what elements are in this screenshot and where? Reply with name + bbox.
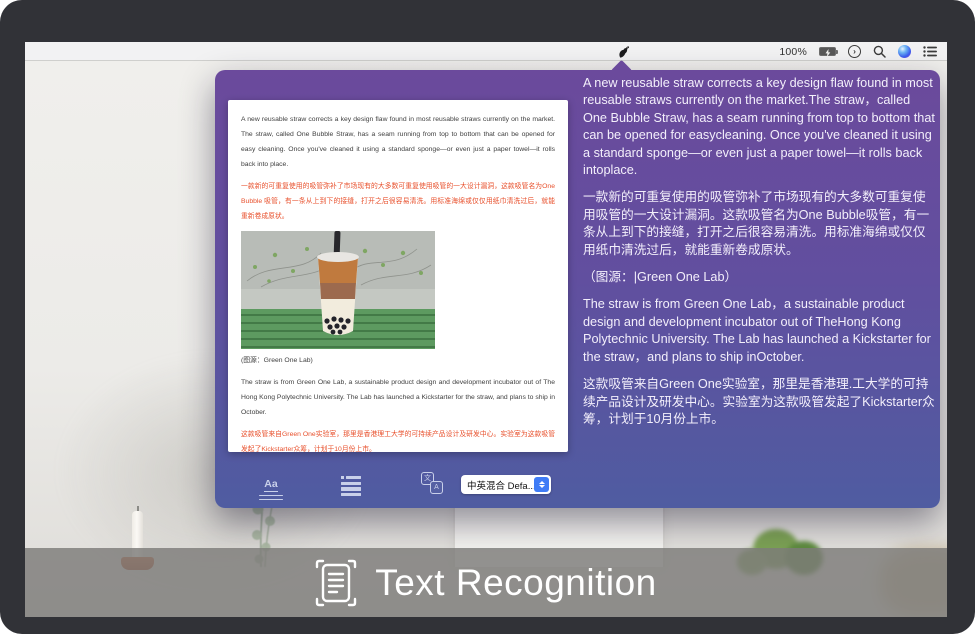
- font-line: [259, 495, 283, 497]
- doc-paragraph-en-1: A new reusable straw corrects a key desi…: [241, 112, 555, 172]
- document-preview: A new reusable straw corrects a key desi…: [228, 100, 568, 452]
- list-bar: [341, 482, 361, 485]
- spotlight-search-icon[interactable]: [873, 45, 886, 58]
- doc-paragraph-zh-1: 一款新的可重复使用的吸管弥补了市场现有的大多数可重复使用吸管的一大设计漏洞，这款…: [241, 179, 555, 224]
- battery-icon[interactable]: [819, 47, 836, 56]
- doc-paragraph-en-2: The straw is from Green One Lab, a susta…: [241, 375, 555, 420]
- scan-document-icon: [315, 559, 357, 607]
- menu-status-cluster: 100% ›: [779, 42, 937, 61]
- menu-bar: 100% ›: [25, 42, 947, 61]
- font-settings-button[interactable]: Aa: [259, 474, 283, 500]
- list-bar: [341, 487, 361, 490]
- font-size-icon: Aa: [264, 479, 277, 492]
- screen: 100% ›: [25, 42, 947, 617]
- font-line: [259, 499, 283, 501]
- recognized-text-panel[interactable]: A new reusable straw corrects a key desi…: [583, 75, 935, 438]
- translate-button[interactable]: 文 A: [421, 472, 443, 494]
- doc-photo-caption: (图源：Green One Lab): [241, 353, 555, 368]
- result-paragraph-zh-1: 一款新的可重复使用的吸管弥补了市场现有的大多数可重复使用吸管的一大设计漏洞。这款…: [583, 189, 935, 259]
- bird-icon[interactable]: [615, 44, 631, 60]
- battery-percent-label: 100%: [779, 46, 807, 58]
- result-caption-line: （图源：|Green One Lab）: [583, 269, 935, 286]
- list-bar: [341, 493, 361, 496]
- text-list-button[interactable]: [341, 476, 361, 498]
- list-bar: [346, 476, 361, 479]
- screenshot-stage: 100% ›: [0, 0, 975, 634]
- ocr-popover: A new reusable straw corrects a key desi…: [215, 70, 940, 508]
- list-bullet: [341, 476, 344, 479]
- select-stepper-icon: [534, 477, 549, 492]
- notification-center-icon[interactable]: [923, 46, 937, 57]
- result-paragraph-en-1: A new reusable straw corrects a key desi…: [583, 75, 935, 179]
- banner-title: Text Recognition: [375, 562, 657, 604]
- siri-icon[interactable]: [898, 45, 911, 58]
- bubble-tea-photo: [241, 231, 435, 349]
- doc-paragraph-zh-2: 这款吸管来自Green One实验室，那里是香港理工大学的可持续产品设计及研发中…: [241, 427, 555, 452]
- language-select[interactable]: 中英混合 Defa...: [461, 475, 551, 494]
- result-paragraph-zh-2: 这款吸管来自Green One实验室，那里是香港理.工大学的可持续产品设计及研发…: [583, 376, 935, 428]
- circled-chevron-icon[interactable]: ›: [848, 45, 861, 58]
- language-select-value: 中英混合 Defa...: [461, 478, 534, 492]
- result-paragraph-en-2: The straw is from Green One Lab，a sustai…: [583, 296, 935, 366]
- translate-target-icon: A: [430, 481, 443, 494]
- feature-banner: Text Recognition: [25, 548, 947, 617]
